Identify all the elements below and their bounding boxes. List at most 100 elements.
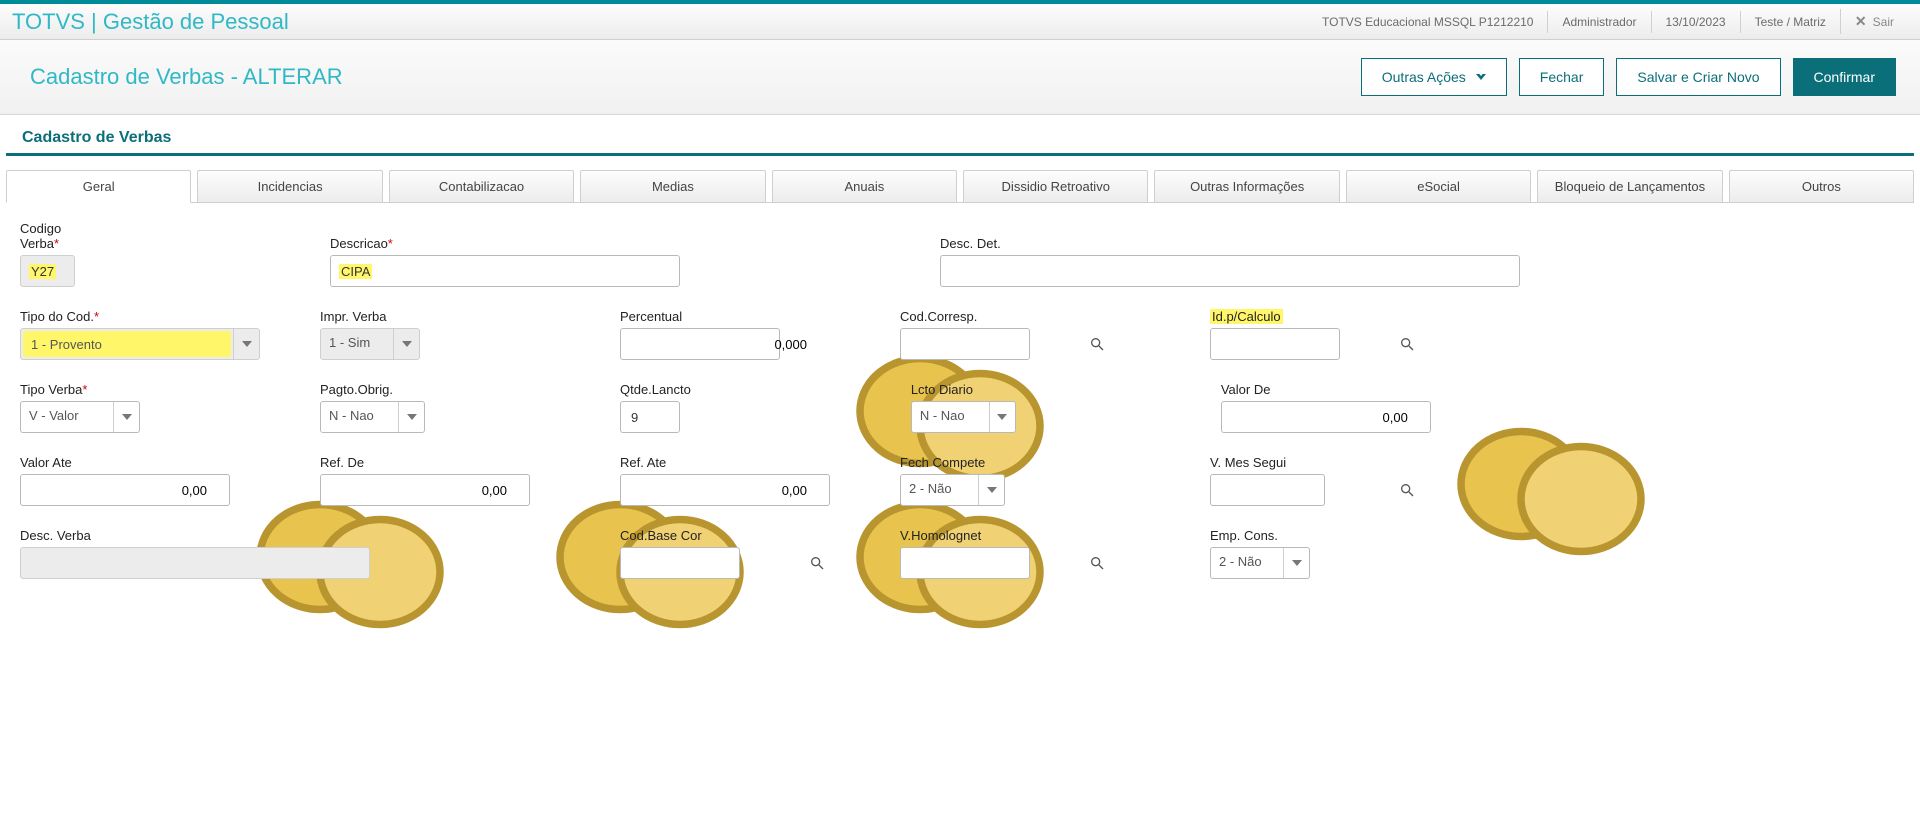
cod-corresp-input[interactable] (909, 336, 1089, 353)
tab-dissidio[interactable]: Dissidio Retroativo (963, 170, 1148, 203)
qtde-lancto-input[interactable] (620, 401, 680, 433)
percentual-value[interactable] (629, 336, 809, 353)
close-button[interactable]: Fechar (1519, 58, 1605, 96)
descricao-input[interactable]: CIPA (330, 255, 680, 287)
exit-label: Sair (1873, 15, 1894, 29)
field-impr-verba: Impr. Verba 1 - Sim (320, 309, 420, 360)
tab-contabilizacao[interactable]: Contabilizacao (389, 170, 574, 203)
tipo-verba-value: V - Valor (21, 402, 113, 432)
lcto-diario-select[interactable]: N - Nao (911, 401, 1016, 433)
desc-verba-input (20, 547, 370, 579)
top-right: TOTVS Educacional MSSQL P1212210 Adminis… (1308, 9, 1908, 34)
chevron-down-icon (1476, 74, 1486, 80)
dropdown-icon (113, 402, 139, 432)
env-label: TOTVS Educacional MSSQL P1212210 (1308, 11, 1547, 33)
valor-ate-label: Valor Ate (20, 455, 230, 470)
impr-verba-select[interactable]: 1 - Sim (320, 328, 420, 360)
lcto-diario-label: Lcto Diario (911, 382, 1016, 397)
tipo-verba-select[interactable]: V - Valor (20, 401, 140, 433)
descricao-label: Descricao (330, 236, 388, 251)
cod-base-cor-lookup[interactable] (620, 547, 740, 579)
tab-anuais[interactable]: Anuais (772, 170, 957, 203)
field-valor-ate: Valor Ate (20, 455, 230, 506)
valor-ate-value[interactable] (29, 482, 209, 499)
emp-cons-select[interactable]: 2 - Não (1210, 547, 1310, 579)
v-homolognet-input[interactable] (909, 555, 1089, 572)
tab-esocial[interactable]: eSocial (1346, 170, 1531, 203)
money-icon (815, 482, 837, 498)
app-title: TOTVS | Gestão de Pessoal (12, 9, 289, 35)
descricao-text[interactable] (376, 263, 671, 280)
field-valor-de: Valor De (1221, 382, 1431, 433)
pagto-obrig-label: Pagto.Obrig. (320, 382, 425, 397)
search-icon[interactable] (809, 555, 825, 571)
field-ref-ate: Ref. Ate (620, 455, 830, 506)
pagto-obrig-value: N - Nao (321, 402, 398, 432)
fech-compete-select[interactable]: 2 - Não (900, 474, 1005, 506)
tab-geral[interactable]: Geral (6, 170, 191, 203)
confirm-button[interactable]: Confirmar (1793, 58, 1896, 96)
percentual-label: Percentual (620, 309, 780, 324)
field-tipo-verba: Tipo Verba* V - Valor (20, 382, 140, 433)
cod-corresp-lookup[interactable] (900, 328, 1030, 360)
ref-ate-input[interactable] (620, 474, 830, 506)
field-ref-de: Ref. De (320, 455, 530, 506)
section-title: Cadastro de Verbas (6, 115, 1914, 156)
tab-outras-info[interactable]: Outras Informações (1154, 170, 1339, 203)
top-bar: TOTVS | Gestão de Pessoal TOTVS Educacio… (0, 0, 1920, 40)
field-cod-corresp: Cod.Corresp. (900, 309, 1030, 360)
field-tipo-cod: Tipo do Cod.* 1 - Provento (20, 309, 260, 360)
field-v-mes-segui: V. Mes Segui (1210, 455, 1325, 506)
ref-de-input[interactable] (320, 474, 530, 506)
v-homolognet-label: V.Homolognet (900, 528, 1030, 543)
field-pagto-obrig: Pagto.Obrig. N - Nao (320, 382, 425, 433)
id-calculo-input[interactable] (1219, 336, 1399, 353)
percentual-input[interactable] (620, 328, 780, 360)
dropdown-icon (398, 402, 424, 432)
v-mes-segui-lookup[interactable] (1210, 474, 1325, 506)
field-id-calculo: Id.p/Calculo (1210, 309, 1340, 360)
save-and-new-button[interactable]: Salvar e Criar Novo (1616, 58, 1780, 96)
desc-det-label: Desc. Det. (940, 236, 1900, 251)
tab-outros[interactable]: Outros (1729, 170, 1914, 203)
exit-button[interactable]: ✕ Sair (1840, 9, 1908, 34)
field-desc-det: Desc. Det. (940, 236, 1900, 287)
tab-incidencias[interactable]: Incidencias (197, 170, 382, 203)
dropdown-icon (978, 475, 1004, 505)
ref-ate-value[interactable] (629, 482, 809, 499)
valor-de-label: Valor De (1221, 382, 1431, 397)
cod-base-cor-input[interactable] (629, 555, 809, 572)
search-icon[interactable] (1399, 336, 1415, 352)
desc-det-input[interactable] (940, 255, 1520, 287)
ref-de-value[interactable] (329, 482, 509, 499)
tab-bloqueio[interactable]: Bloqueio de Lançamentos (1537, 170, 1722, 203)
form-body: Codigo Verba* Y27 Descricao* CIPA Desc. … (6, 202, 1914, 619)
desc-verba-label: Desc. Verba (20, 528, 370, 543)
valor-ate-input[interactable] (20, 474, 230, 506)
tipo-cod-select[interactable]: 1 - Provento (20, 328, 260, 360)
branch-label: Teste / Matriz (1740, 11, 1840, 33)
v-mes-segui-label: V. Mes Segui (1210, 455, 1325, 470)
qtde-lancto-label: Qtde.Lancto (620, 382, 691, 397)
pagto-obrig-select[interactable]: N - Nao (320, 401, 425, 433)
valor-de-input[interactable] (1221, 401, 1431, 433)
id-calculo-lookup[interactable] (1210, 328, 1340, 360)
money-icon (515, 482, 537, 498)
desc-det-text[interactable] (949, 263, 1511, 280)
close-icon: ✕ (1855, 13, 1867, 30)
qtde-lancto-value[interactable] (629, 409, 671, 426)
dropdown-icon (1283, 548, 1309, 578)
field-descricao: Descricao* CIPA (330, 236, 680, 287)
valor-de-value[interactable] (1230, 409, 1410, 426)
emp-cons-label: Emp. Cons. (1210, 528, 1310, 543)
field-codigo-verba: Codigo Verba* Y27 (20, 221, 80, 287)
v-mes-segui-input[interactable] (1219, 482, 1399, 499)
dropdown-icon (989, 402, 1015, 432)
search-icon[interactable] (1089, 555, 1105, 571)
page-title: Cadastro de Verbas - ALTERAR (30, 64, 343, 90)
other-actions-button[interactable]: Outras Ações (1361, 58, 1507, 96)
v-homolognet-lookup[interactable] (900, 547, 1030, 579)
tab-medias[interactable]: Medias (580, 170, 765, 203)
search-icon[interactable] (1399, 482, 1415, 498)
search-icon[interactable] (1089, 336, 1105, 352)
